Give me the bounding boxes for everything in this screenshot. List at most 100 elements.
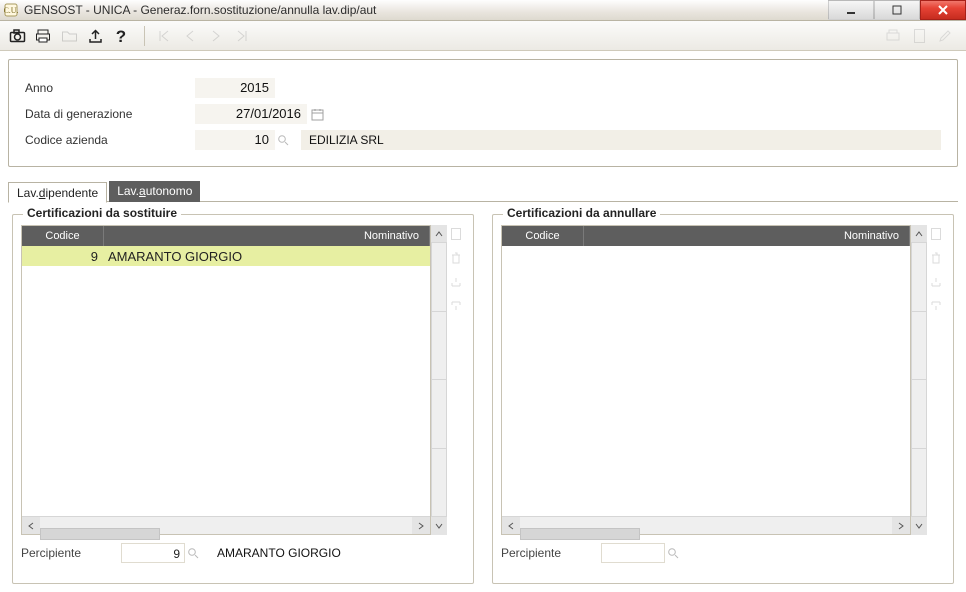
tab-strip: Lav.dipendente Lav.autonomo <box>8 181 958 202</box>
vscroll-cell[interactable] <box>431 448 447 518</box>
group-sostituire: Certificazioni da sostituire Codice Nomi… <box>12 214 474 584</box>
tree-up-icon[interactable] <box>928 273 944 291</box>
print-icon[interactable] <box>32 25 54 47</box>
svg-text:?: ? <box>116 28 126 44</box>
window-maximize-button[interactable] <box>874 0 920 20</box>
grid-sostituire: Codice Nominativo 9 AMARANTO GIORGIO <box>21 225 431 535</box>
table-row[interactable]: 9 AMARANTO GIORGIO <box>22 246 430 266</box>
content-area: Anno 2015 Data di generazione 27/01/2016… <box>0 51 966 592</box>
percipiente-row-right: Percipiente <box>501 541 945 565</box>
percipiente-code-input[interactable]: 9 <box>121 543 185 563</box>
window-minimize-button[interactable] <box>828 0 874 20</box>
grid-sostituire-header: Codice Nominativo <box>22 226 430 246</box>
hscrollbar[interactable] <box>502 516 910 534</box>
input-anno[interactable]: 2015 <box>195 78 275 98</box>
pencil-icon[interactable] <box>934 25 956 47</box>
notes-icon[interactable] <box>908 25 930 47</box>
cell-nominativo: AMARANTO GIORGIO <box>104 249 430 264</box>
scroll-left-icon[interactable] <box>22 517 40 534</box>
window-controls <box>828 0 966 20</box>
hscroll-thumb[interactable] <box>520 528 640 540</box>
app-toolbar: ? <box>0 21 966 51</box>
search-percipiente-icon[interactable] <box>665 543 681 563</box>
row-data-generazione: Data di generazione 27/01/2016 <box>25 102 941 126</box>
col-nominativo[interactable]: Nominativo <box>584 226 910 246</box>
label-anno: Anno <box>25 81 195 95</box>
percipiente-name-display: AMARANTO GIORGIO <box>209 543 465 563</box>
trash-icon[interactable] <box>928 249 944 267</box>
trash-icon[interactable] <box>448 249 464 267</box>
percipiente-code-input[interactable] <box>601 543 665 563</box>
col-codice[interactable]: Codice <box>22 226 104 246</box>
grid-sostituire-wrap: Codice Nominativo 9 AMARANTO GIORGIO <box>21 225 465 535</box>
tab-lav-autonomo[interactable]: Lav.autonomo <box>109 181 200 202</box>
folder-icon[interactable] <box>58 25 80 47</box>
grid-side-icons <box>447 225 465 535</box>
input-codice-azienda[interactable]: 10 <box>195 130 275 150</box>
scroll-right-icon[interactable] <box>412 517 430 534</box>
tree-down-icon[interactable] <box>928 297 944 315</box>
vscroll-cell[interactable] <box>911 379 927 449</box>
groups-area: Certificazioni da sostituire Codice Nomi… <box>8 201 958 584</box>
grid-annullare: Codice Nominativo <box>501 225 911 535</box>
calendar-icon[interactable] <box>309 104 325 124</box>
scroll-up-icon[interactable] <box>431 225 447 243</box>
tab-lav-dipendente[interactable]: Lav.dipendente <box>8 182 107 203</box>
vscroll-cell[interactable] <box>911 311 927 381</box>
col-nominativo[interactable]: Nominativo <box>104 226 430 246</box>
tree-down-icon[interactable] <box>448 297 464 315</box>
upload-icon[interactable] <box>84 25 106 47</box>
camera-icon[interactable] <box>6 25 28 47</box>
percipiente-label: Percipiente <box>21 546 121 560</box>
vscroll-cell[interactable] <box>431 379 447 449</box>
scroll-down-icon[interactable] <box>431 517 447 535</box>
grid-annullare-wrap: Codice Nominativo <box>501 225 945 535</box>
nav-first-icon[interactable] <box>153 25 175 47</box>
grid-annullare-body[interactable] <box>502 246 910 516</box>
vscrollbar[interactable] <box>911 225 927 535</box>
col-codice[interactable]: Codice <box>502 226 584 246</box>
group-annullare: Certificazioni da annullare Codice Nomin… <box>492 214 954 584</box>
nav-next-icon[interactable] <box>205 25 227 47</box>
page-icon[interactable] <box>928 225 944 243</box>
printer-small-icon[interactable] <box>882 25 904 47</box>
label-data-generazione: Data di generazione <box>25 107 195 121</box>
vscroll-cell[interactable] <box>911 448 927 518</box>
row-codice-azienda: Codice azienda 10 EDILIZIA SRL <box>25 128 941 152</box>
grid-annullare-header: Codice Nominativo <box>502 226 910 246</box>
search-percipiente-icon[interactable] <box>185 543 201 563</box>
hscrollbar[interactable] <box>22 516 430 534</box>
scroll-up-icon[interactable] <box>911 225 927 243</box>
percipiente-name-display <box>689 543 945 563</box>
scroll-down-icon[interactable] <box>911 517 927 535</box>
window-titlebar: C.U. GENSOST - UNICA - Generaz.forn.sost… <box>0 0 966 21</box>
scroll-right-icon[interactable] <box>892 517 910 534</box>
row-anno: Anno 2015 <box>25 76 941 100</box>
group-sostituire-legend: Certificazioni da sostituire <box>23 206 181 220</box>
nav-prev-icon[interactable] <box>179 25 201 47</box>
input-data-generazione[interactable]: 27/01/2016 <box>195 104 307 124</box>
window-title: GENSOST - UNICA - Generaz.forn.sostituzi… <box>24 3 828 17</box>
page-icon[interactable] <box>448 225 464 243</box>
vscroll-cell[interactable] <box>431 311 447 381</box>
tree-up-icon[interactable] <box>448 273 464 291</box>
search-azienda-icon[interactable] <box>275 130 291 150</box>
nav-last-icon[interactable] <box>231 25 253 47</box>
grid-sostituire-body[interactable]: 9 AMARANTO GIORGIO <box>22 246 430 516</box>
toolbar-right <box>882 25 960 47</box>
help-icon[interactable]: ? <box>110 25 132 47</box>
grid-side-icons <box>927 225 945 535</box>
percipiente-label: Percipiente <box>501 546 601 560</box>
vscroll-cell[interactable] <box>431 242 447 312</box>
cell-codice: 9 <box>22 249 104 264</box>
azienda-name-display: EDILIZIA SRL <box>301 130 941 150</box>
hscroll-thumb[interactable] <box>40 528 160 540</box>
app-icon: C.U. <box>4 3 18 17</box>
window-close-button[interactable] <box>920 0 966 20</box>
form-panel: Anno 2015 Data di generazione 27/01/2016… <box>8 59 958 167</box>
vscroll-cell[interactable] <box>911 242 927 312</box>
scroll-left-icon[interactable] <box>502 517 520 534</box>
toolbar-separator <box>144 26 145 46</box>
svg-text:C.U.: C.U. <box>4 6 18 15</box>
vscrollbar[interactable] <box>431 225 447 535</box>
